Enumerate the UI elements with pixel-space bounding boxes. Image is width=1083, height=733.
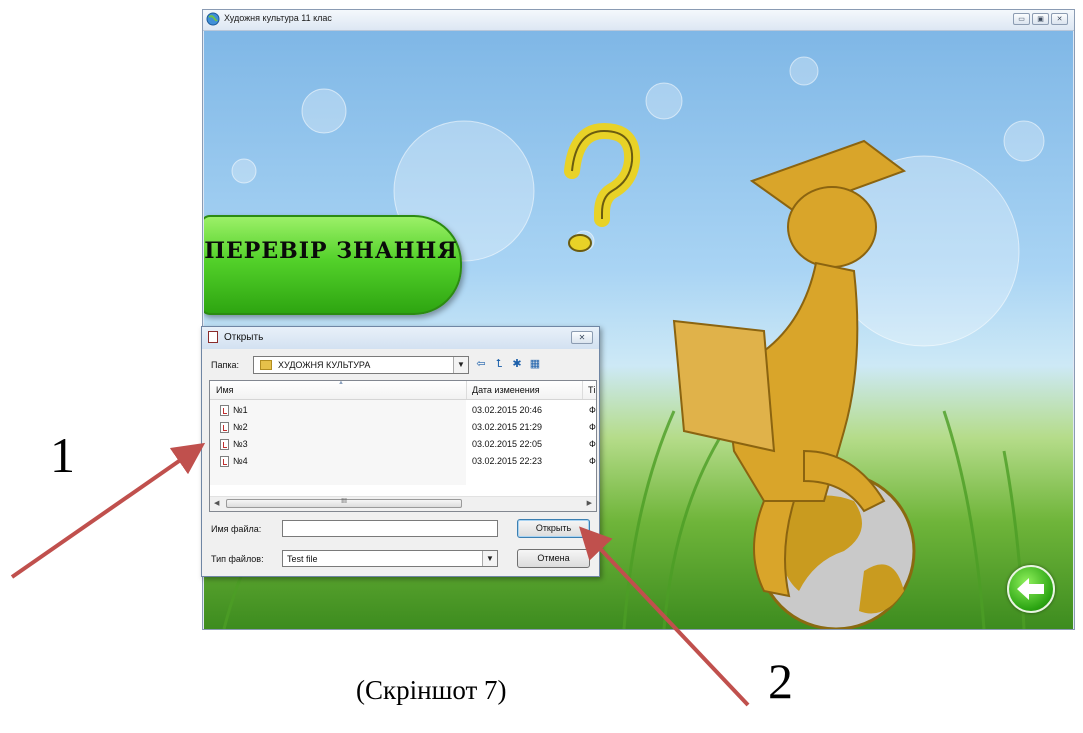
screenshot-caption: (Скріншот 7)	[356, 675, 507, 705]
annotation-marker-1: 1	[50, 427, 75, 483]
annotation-arrows	[10, 442, 750, 707]
arrow-to-open-button	[579, 526, 750, 707]
arrow-to-file-list	[10, 442, 206, 579]
annotation-marker-2: 2	[768, 653, 793, 709]
